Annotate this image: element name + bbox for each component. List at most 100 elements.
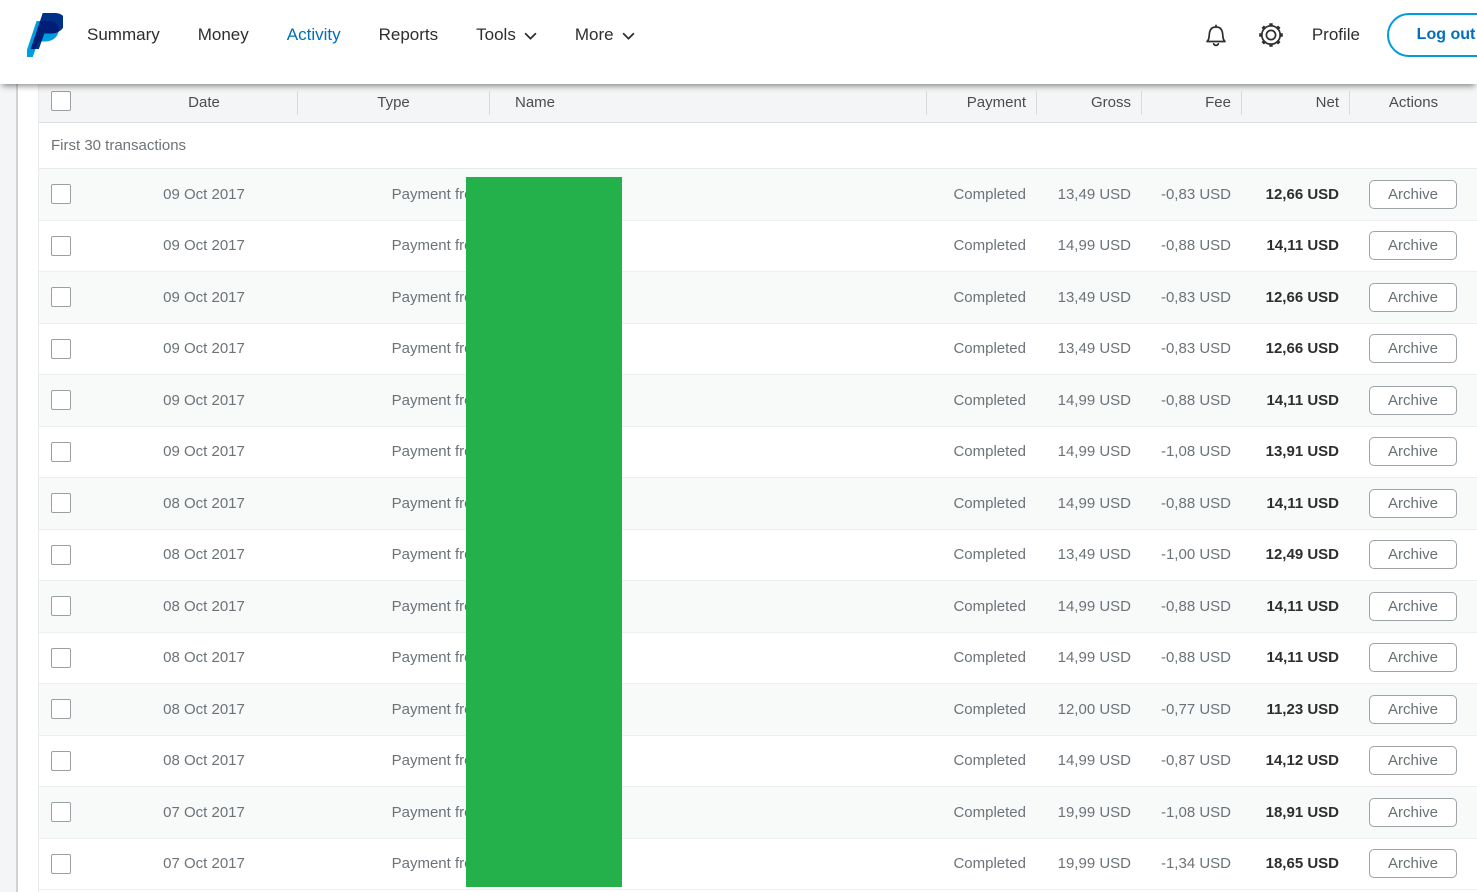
payment-status-cell: Completed xyxy=(953,443,1026,461)
row-select-cell xyxy=(39,647,111,668)
row-checkbox[interactable] xyxy=(51,441,71,462)
row-checkbox[interactable] xyxy=(51,699,71,720)
type-cell: Payment from xyxy=(391,546,485,564)
gross-cell: 19,99 USD xyxy=(1057,855,1131,873)
header-payment[interactable]: Payment xyxy=(926,91,1036,115)
row-select-cell xyxy=(39,390,111,411)
type-cell: Payment from xyxy=(391,237,485,255)
actions-cell: Archive xyxy=(1349,385,1477,415)
row-checkbox[interactable] xyxy=(51,390,71,411)
nav-item-reports[interactable]: Reports xyxy=(379,25,439,45)
actions-cell: Archive xyxy=(1349,437,1477,467)
row-checkbox[interactable] xyxy=(51,853,71,874)
chevron-down-icon xyxy=(524,32,537,40)
transaction-row: 09 Oct 2017 Payment from Completed 14,99… xyxy=(39,426,1477,478)
gross-cell: 19,99 USD xyxy=(1057,803,1131,821)
gear-icon[interactable] xyxy=(1257,21,1285,49)
archive-button[interactable]: Archive xyxy=(1368,694,1458,724)
row-checkbox[interactable] xyxy=(51,338,71,359)
nav-item-summary[interactable]: Summary xyxy=(87,25,160,45)
net-cell: 14,11 USD xyxy=(1266,391,1339,409)
archive-button[interactable]: Archive xyxy=(1368,282,1458,312)
row-checkbox[interactable] xyxy=(51,235,71,256)
chevron-down-icon xyxy=(622,32,635,40)
gross-cell: 14,99 USD xyxy=(1057,391,1131,409)
header-date[interactable]: Date xyxy=(111,91,297,115)
date-cell: 08 Oct 2017 xyxy=(163,494,245,512)
nav-item-activity[interactable]: Activity xyxy=(287,25,341,45)
row-checkbox[interactable] xyxy=(51,184,71,205)
left-gutter xyxy=(0,84,38,892)
type-cell: Payment from xyxy=(391,185,485,203)
header-actions: Actions xyxy=(1349,91,1477,115)
logout-button[interactable]: Log out xyxy=(1387,13,1477,57)
row-checkbox[interactable] xyxy=(51,287,71,308)
header-type[interactable]: Type xyxy=(297,91,489,115)
transaction-row: 09 Oct 2017 Payment from Completed 13,49… xyxy=(39,169,1477,221)
date-cell: 09 Oct 2017 xyxy=(163,443,245,461)
date-cell: 09 Oct 2017 xyxy=(163,237,245,255)
payment-status-cell: Completed xyxy=(953,649,1026,667)
gross-cell: 14,99 USD xyxy=(1057,752,1131,770)
date-cell: 08 Oct 2017 xyxy=(163,752,245,770)
payment-status-cell: Completed xyxy=(953,237,1026,255)
row-checkbox[interactable] xyxy=(51,802,71,823)
header-net[interactable]: Net xyxy=(1241,91,1349,115)
date-cell: 07 Oct 2017 xyxy=(163,803,245,821)
date-cell: 08 Oct 2017 xyxy=(163,700,245,718)
transaction-row: 08 Oct 2017 Payment from Completed 14,99… xyxy=(39,632,1477,684)
row-checkbox[interactable] xyxy=(51,493,71,514)
actions-cell: Archive xyxy=(1349,282,1477,312)
bell-icon[interactable] xyxy=(1202,21,1230,49)
date-cell: 09 Oct 2017 xyxy=(163,340,245,358)
archive-button[interactable]: Archive xyxy=(1368,437,1458,467)
transaction-row: 08 Oct 2017 Payment from Completed 13,49… xyxy=(39,529,1477,581)
fee-cell: -0,88 USD xyxy=(1160,649,1231,667)
row-checkbox[interactable] xyxy=(51,750,71,771)
payment-status-cell: Completed xyxy=(953,752,1026,770)
archive-button[interactable]: Archive xyxy=(1368,231,1458,261)
date-cell: 07 Oct 2017 xyxy=(163,855,245,873)
archive-button[interactable]: Archive xyxy=(1368,385,1458,415)
archive-button[interactable]: Archive xyxy=(1368,849,1458,879)
payment-status-cell: Completed xyxy=(953,700,1026,718)
archive-button[interactable]: Archive xyxy=(1368,746,1458,776)
actions-cell: Archive xyxy=(1349,591,1477,621)
gross-cell: 14,99 USD xyxy=(1057,443,1131,461)
nav-item-tools[interactable]: Tools xyxy=(476,25,537,45)
net-cell: 18,65 USD xyxy=(1265,855,1339,873)
archive-button[interactable]: Archive xyxy=(1368,334,1458,364)
fee-cell: -0,77 USD xyxy=(1160,700,1231,718)
fee-cell: -0,83 USD xyxy=(1160,288,1231,306)
net-cell: 13,91 USD xyxy=(1265,443,1339,461)
type-cell: Payment from xyxy=(391,494,485,512)
nav-item-money[interactable]: Money xyxy=(198,25,249,45)
header-name[interactable]: Name xyxy=(489,91,926,115)
archive-button[interactable]: Archive xyxy=(1368,797,1458,827)
nav-item-more[interactable]: More xyxy=(575,25,635,45)
archive-button[interactable]: Archive xyxy=(1368,179,1458,209)
archive-button[interactable]: Archive xyxy=(1368,540,1458,570)
header-select-cell xyxy=(39,91,111,115)
row-checkbox[interactable] xyxy=(51,544,71,565)
archive-button[interactable]: Archive xyxy=(1368,591,1458,621)
fee-cell: -0,88 USD xyxy=(1160,391,1231,409)
row-checkbox[interactable] xyxy=(51,596,71,617)
archive-button[interactable]: Archive xyxy=(1368,488,1458,518)
profile-link[interactable]: Profile xyxy=(1312,25,1360,45)
date-cell: 08 Oct 2017 xyxy=(163,649,245,667)
fee-cell: -0,88 USD xyxy=(1160,597,1231,615)
paypal-logo-icon[interactable] xyxy=(27,11,63,59)
row-checkbox[interactable] xyxy=(51,647,71,668)
net-cell: 12,66 USD xyxy=(1265,185,1339,203)
row-select-cell xyxy=(39,338,111,359)
payment-status-cell: Completed xyxy=(953,803,1026,821)
archive-button[interactable]: Archive xyxy=(1368,643,1458,673)
left-scrollbar-track[interactable] xyxy=(0,84,18,892)
row-select-cell xyxy=(39,184,111,205)
select-all-checkbox[interactable] xyxy=(51,91,71,111)
primary-nav: Summary Money Activity Reports Tools Mor… xyxy=(87,25,635,45)
header-fee[interactable]: Fee xyxy=(1141,91,1241,115)
row-select-cell xyxy=(39,750,111,771)
header-gross[interactable]: Gross xyxy=(1036,91,1141,115)
